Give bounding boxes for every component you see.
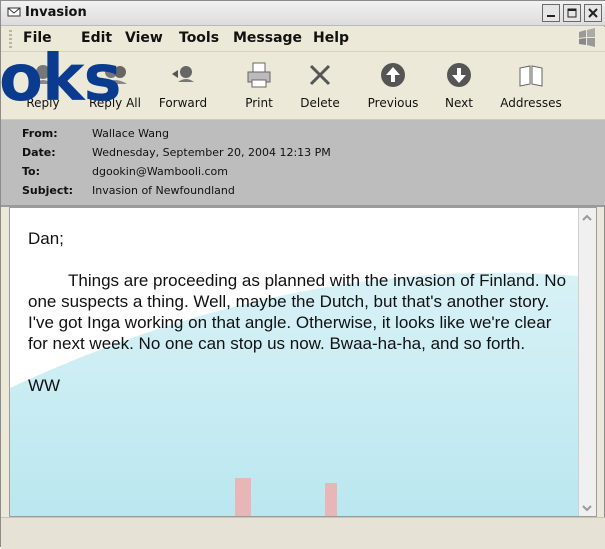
message-body[interactable]: Dan; Things are proceeding as planned wi… — [9, 207, 597, 517]
to-row: To: dgookin@Wambooli.com — [22, 165, 228, 178]
subject-row: Subject: Invasion of Newfoundland — [22, 184, 235, 197]
from-row: From: Wallace Wang — [22, 127, 169, 140]
delete-icon — [305, 60, 335, 90]
forward-icon — [168, 60, 198, 90]
vertical-scrollbar[interactable] — [578, 208, 596, 516]
greeting: Dan; — [28, 229, 64, 248]
signature: WW — [28, 376, 61, 395]
watermark-text: oks — [0, 42, 122, 116]
from-value: Wallace Wang — [92, 127, 169, 140]
addresses-label: Addresses — [500, 96, 562, 110]
scroll-up-button[interactable] — [579, 210, 595, 226]
close-icon — [588, 8, 598, 18]
windows-logo-icon — [579, 28, 595, 47]
envelope-icon — [7, 7, 21, 17]
subject-value: Invasion of Newfoundland — [92, 184, 235, 197]
message-window: Invasion File Edit View Tools Message He… — [0, 0, 605, 549]
next-icon — [444, 60, 474, 90]
previous-button[interactable]: Previous — [361, 60, 425, 116]
print-button[interactable]: Print — [227, 60, 291, 116]
from-label: From: — [22, 127, 58, 140]
date-value: Wednesday, September 20, 2004 12:13 PM — [92, 146, 331, 159]
delete-label: Delete — [300, 96, 340, 110]
date-label: Date: — [22, 146, 56, 159]
addresses-icon — [516, 60, 546, 90]
print-label: Print — [245, 96, 273, 110]
window-title: Invasion — [25, 5, 87, 20]
chevron-down-icon — [582, 505, 592, 512]
title-bar: Invasion — [1, 1, 605, 26]
minimize-icon — [547, 15, 555, 17]
maximize-icon — [567, 8, 577, 18]
next-label: Next — [445, 96, 473, 110]
forward-label: Forward — [158, 96, 208, 110]
message-text: Dan; Things are proceeding as planned wi… — [28, 228, 573, 396]
chevron-up-icon — [582, 214, 592, 221]
window-controls — [542, 4, 602, 22]
menu-view[interactable]: View — [125, 30, 163, 46]
previous-icon — [378, 60, 408, 90]
menu-tools[interactable]: Tools — [179, 30, 219, 46]
status-bar — [1, 517, 605, 549]
to-value: dgookin@Wambooli.com — [92, 165, 228, 178]
delete-button[interactable]: Delete — [288, 60, 352, 116]
paragraph: Things are proceeding as planned with th… — [28, 271, 567, 353]
print-icon — [244, 60, 274, 90]
maximize-button[interactable] — [563, 4, 581, 22]
subject-label: Subject: — [22, 184, 74, 197]
previous-label: Previous — [367, 96, 419, 110]
scroll-down-button[interactable] — [579, 500, 595, 516]
addresses-button[interactable]: Addresses — [499, 60, 563, 116]
date-row: Date: Wednesday, September 20, 2004 12:13… — [22, 146, 331, 159]
next-button[interactable]: Next — [427, 60, 491, 116]
to-label: To: — [22, 165, 40, 178]
forward-button[interactable]: Forward — [151, 60, 215, 116]
message-header: From: Wallace Wang Date: Wednesday, Septem… — [1, 120, 605, 207]
menu-help[interactable]: Help — [313, 30, 349, 46]
close-button[interactable] — [584, 4, 602, 22]
minimize-button[interactable] — [542, 4, 560, 22]
menu-message[interactable]: Message — [233, 30, 302, 46]
